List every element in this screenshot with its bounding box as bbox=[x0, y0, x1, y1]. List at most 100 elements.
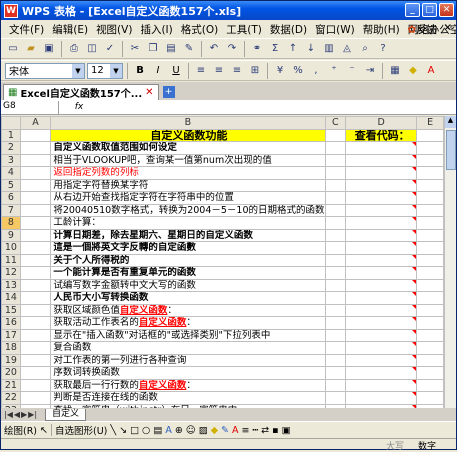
row-header[interactable]: 22 bbox=[1, 391, 21, 405]
cell-e[interactable] bbox=[416, 253, 444, 267]
line-color-icon[interactable]: ✎ bbox=[221, 425, 229, 436]
cell-b[interactable]: 获取活动工作表名的自定义函数： bbox=[50, 316, 326, 330]
cell-a[interactable] bbox=[19, 378, 52, 392]
print-preview-icon[interactable]: ◫ bbox=[84, 41, 100, 57]
row-header[interactable]: 18 bbox=[1, 341, 21, 355]
cell-d[interactable] bbox=[345, 291, 418, 305]
menu-view[interactable]: 视图(V) bbox=[92, 22, 136, 37]
cell-d[interactable] bbox=[345, 216, 418, 230]
column-header[interactable]: E bbox=[416, 116, 444, 130]
cell-c[interactable] bbox=[324, 353, 347, 367]
cell-b[interactable]: 获取最后一行行数的自定义函数： bbox=[50, 378, 326, 392]
column-header[interactable]: B bbox=[50, 116, 326, 130]
row-header[interactable]: 3 bbox=[1, 153, 21, 167]
cell-e[interactable] bbox=[416, 391, 444, 405]
cell-c[interactable] bbox=[324, 253, 347, 267]
row-header[interactable]: 8 bbox=[1, 216, 21, 230]
select-pointer-icon[interactable]: ↖ bbox=[40, 425, 48, 436]
cell-d[interactable] bbox=[345, 166, 418, 180]
cell-d[interactable] bbox=[345, 278, 418, 292]
dash-style-icon[interactable]: ┅ bbox=[252, 425, 258, 436]
autoshape-menu[interactable]: 自选图形(U) bbox=[55, 423, 107, 437]
cell-e[interactable] bbox=[416, 316, 444, 330]
column-header[interactable]: A bbox=[19, 116, 52, 130]
cell-a[interactable] bbox=[19, 178, 52, 192]
doc-tab-active[interactable]: ▦ Excel自定义函数157个... ✕ bbox=[3, 84, 159, 100]
cell-c[interactable] bbox=[324, 178, 347, 192]
italic-button[interactable]: I bbox=[150, 63, 166, 79]
spell-check-icon[interactable]: ✓ bbox=[102, 41, 118, 57]
cell-a[interactable] bbox=[19, 341, 52, 355]
percent-button[interactable]: % bbox=[290, 63, 306, 79]
row-header[interactable]: 20 bbox=[1, 366, 21, 380]
cell-d[interactable] bbox=[345, 241, 418, 255]
menu-format[interactable]: 格式(O) bbox=[177, 22, 222, 37]
sheet-tab[interactable]: 自定义 bbox=[45, 408, 87, 421]
row-header[interactable]: 6 bbox=[1, 191, 21, 205]
increase-decimal-icon[interactable]: ⁺ bbox=[326, 63, 342, 79]
underline-button[interactable]: U bbox=[168, 63, 184, 79]
row-header[interactable]: 2 bbox=[1, 141, 21, 155]
select-all-corner[interactable] bbox=[1, 116, 21, 130]
cell-a[interactable] bbox=[19, 353, 52, 367]
arrow-style-icon[interactable]: ⇄ bbox=[261, 425, 269, 436]
cell-b[interactable]: 从右边开始查找指定字符在字符串中的位置 bbox=[50, 191, 326, 205]
borders-icon[interactable]: ▦ bbox=[387, 63, 403, 79]
cell-d[interactable] bbox=[345, 378, 418, 392]
sum-icon[interactable]: Σ bbox=[267, 41, 283, 57]
first-sheet-icon[interactable]: |◀ bbox=[4, 410, 13, 419]
row-header[interactable]: 7 bbox=[1, 203, 21, 217]
cell-a[interactable] bbox=[19, 266, 52, 280]
currency-icon[interactable]: ¥ bbox=[272, 63, 288, 79]
cell-e[interactable] bbox=[416, 203, 444, 217]
row-header[interactable]: 17 bbox=[1, 328, 21, 342]
cell-b[interactable]: 将20040510数字格式，转换为2004－5－10的日期格式的函数 bbox=[50, 203, 326, 217]
cell-d[interactable] bbox=[345, 316, 418, 330]
cell-e[interactable] bbox=[416, 266, 444, 280]
cell-c[interactable] bbox=[324, 316, 347, 330]
cell-c[interactable] bbox=[324, 241, 347, 255]
cell-a[interactable] bbox=[19, 366, 52, 380]
cell-b[interactable]: 一个能计算是否有重复单元的函数 bbox=[50, 266, 326, 280]
menu-edit[interactable]: 编辑(E) bbox=[48, 22, 92, 37]
cell-c[interactable] bbox=[324, 328, 347, 342]
cell-a[interactable] bbox=[19, 316, 52, 330]
3d-icon[interactable]: ▣ bbox=[282, 425, 291, 436]
row-header[interactable]: 21 bbox=[1, 378, 21, 392]
sort-asc-icon[interactable]: ↑ bbox=[285, 41, 301, 57]
fill-color-icon[interactable]: ◆ bbox=[405, 63, 421, 79]
row-header[interactable]: 12 bbox=[1, 266, 21, 280]
cell-a[interactable] bbox=[19, 228, 52, 242]
cell-c[interactable] bbox=[324, 166, 347, 180]
cell-e[interactable] bbox=[416, 166, 444, 180]
drawing-icon[interactable]: ◬ bbox=[339, 41, 355, 57]
open-folder-icon[interactable]: ▰ bbox=[23, 41, 39, 57]
cell-d[interactable] bbox=[345, 366, 418, 380]
cell-e[interactable] bbox=[416, 216, 444, 230]
cell-e[interactable] bbox=[416, 328, 444, 342]
cell-a[interactable] bbox=[19, 153, 52, 167]
cell-c[interactable] bbox=[324, 216, 347, 230]
cell-e[interactable] bbox=[416, 353, 444, 367]
cell-c[interactable] bbox=[324, 141, 347, 155]
new-file-icon[interactable]: ▭ bbox=[5, 41, 21, 57]
font-size-select[interactable]: 12 ▼ bbox=[87, 62, 123, 79]
cell-c[interactable] bbox=[324, 128, 347, 142]
shadow-icon[interactable]: ▪ bbox=[272, 425, 278, 436]
cell-e[interactable] bbox=[416, 378, 444, 392]
draw-menu[interactable]: 绘图(R) bbox=[4, 423, 37, 437]
line-icon[interactable]: ╲ bbox=[110, 425, 116, 436]
format-painter-icon[interactable]: ✎ bbox=[181, 41, 197, 57]
menu-close-icon[interactable]: ✕ bbox=[443, 22, 452, 37]
cell-d[interactable] bbox=[345, 153, 418, 167]
cell-b[interactable]: 获取区域颜色值自定义函数： bbox=[50, 303, 326, 317]
align-center-icon[interactable]: ≡ bbox=[211, 63, 227, 79]
merge-cells-icon[interactable]: ⊞ bbox=[247, 63, 263, 79]
cell-e[interactable] bbox=[416, 153, 444, 167]
column-header[interactable]: C bbox=[324, 116, 347, 130]
textbox-icon[interactable]: ▤ bbox=[153, 425, 162, 436]
column-header[interactable]: D bbox=[345, 116, 418, 130]
cell-e[interactable] bbox=[416, 366, 444, 380]
cell-a[interactable] bbox=[19, 391, 52, 405]
align-right-icon[interactable]: ≡ bbox=[229, 63, 245, 79]
